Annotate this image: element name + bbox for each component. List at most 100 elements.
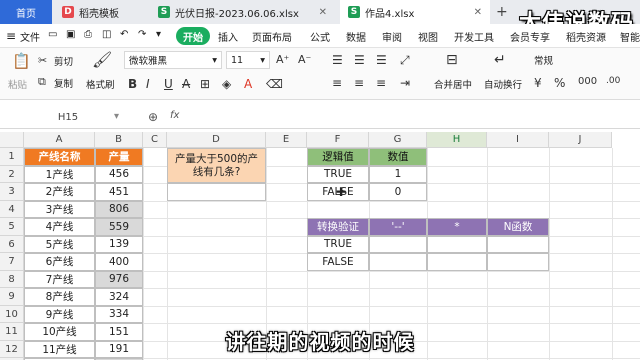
cell-f1[interactable]: 逻辑值: [307, 148, 369, 166]
select-all-corner[interactable]: [0, 132, 24, 148]
cut-icon[interactable]: ✂: [38, 54, 47, 67]
paste-button[interactable]: 粘贴: [8, 77, 27, 91]
row-header-6[interactable]: 6: [0, 235, 24, 253]
menu-data[interactable]: 数据: [346, 29, 366, 44]
paste-icon[interactable]: 📋: [12, 52, 31, 70]
undo-icon[interactable]: ↶: [120, 29, 128, 40]
row-header-10[interactable]: 10: [0, 305, 24, 323]
tab-pv-report[interactable]: S 光伏日报-2023.06.06.xlsx ✕: [150, 0, 335, 24]
cell-a8[interactable]: 7产线: [24, 270, 95, 288]
format-painter-icon[interactable]: 🖌: [92, 50, 112, 69]
menu-smart[interactable]: 智能: [620, 29, 640, 44]
row-header-7[interactable]: 7: [0, 253, 24, 271]
row-header-4[interactable]: 4: [0, 200, 24, 218]
cell-b9[interactable]: 324: [95, 288, 143, 306]
cell-g3[interactable]: 0: [369, 183, 427, 201]
row-header-3[interactable]: 3: [0, 183, 24, 201]
column-header-d[interactable]: D: [167, 132, 266, 148]
cell-h7[interactable]: [427, 253, 487, 271]
percent-icon[interactable]: %: [554, 76, 565, 90]
cell-g1[interactable]: 数值: [369, 148, 427, 166]
cell-g6[interactable]: [369, 235, 427, 253]
copy-icon[interactable]: ⧉: [38, 75, 46, 89]
tab-home[interactable]: 首页: [0, 0, 52, 24]
cell-b8[interactable]: 976: [95, 270, 143, 288]
column-header-e[interactable]: E: [266, 132, 307, 148]
tab-docer[interactable]: D 稻壳模板: [54, 0, 146, 24]
menu-insert[interactable]: 插入: [218, 29, 238, 44]
cell-b6[interactable]: 139: [95, 235, 143, 253]
column-header-j[interactable]: J: [549, 132, 612, 148]
copy-button[interactable]: 复制: [54, 76, 73, 90]
cell-a5[interactable]: 4产线: [24, 218, 95, 236]
column-header-i[interactable]: I: [487, 132, 549, 148]
format-painter-button[interactable]: 格式刷: [86, 77, 115, 91]
comma-icon[interactable]: 000: [578, 76, 597, 87]
decrease-font-icon[interactable]: A⁻: [298, 53, 311, 66]
strikethrough-icon[interactable]: A: [182, 77, 190, 91]
new-tab-icon[interactable]: +: [496, 4, 508, 20]
cell-i7[interactable]: [487, 253, 549, 271]
currency-icon[interactable]: ¥: [534, 76, 542, 90]
row-header-2[interactable]: 2: [0, 165, 24, 183]
cell-g2[interactable]: 1: [369, 165, 427, 183]
row-header-5[interactable]: 5: [0, 218, 24, 236]
merge-center-button[interactable]: 合并居中: [434, 77, 472, 91]
align-left-icon[interactable]: ≡: [332, 76, 342, 90]
align-right-icon[interactable]: ≡: [376, 76, 386, 90]
menu-docer-resources[interactable]: 稻壳资源: [566, 29, 606, 44]
cell-b3[interactable]: 451: [95, 183, 143, 201]
close-icon[interactable]: ✕: [474, 7, 482, 18]
cell-a1[interactable]: 产线名称: [24, 148, 95, 166]
row-header-8[interactable]: 8: [0, 270, 24, 288]
redo-icon[interactable]: ↷: [138, 29, 146, 40]
column-header-c[interactable]: C: [143, 132, 167, 148]
decimal-icon[interactable]: .00: [606, 76, 620, 86]
border-icon[interactable]: ⊞: [200, 77, 210, 91]
column-header-a[interactable]: A: [24, 132, 95, 148]
clear-icon[interactable]: ⌫: [266, 77, 283, 91]
wrap-text-icon[interactable]: ↵: [494, 52, 506, 68]
zoom-search-icon[interactable]: ⊕: [148, 110, 158, 124]
row-header-1[interactable]: 1: [0, 148, 24, 166]
cell-a4[interactable]: 3产线: [24, 200, 95, 218]
menu-file[interactable]: 文件: [20, 29, 40, 44]
function-icon[interactable]: fx: [170, 110, 179, 121]
more-icon[interactable]: ▾: [156, 29, 161, 40]
formula-input[interactable]: [190, 109, 636, 126]
menu-formulas[interactable]: 公式: [310, 29, 330, 44]
save-icon[interactable]: ▣: [66, 29, 75, 40]
cell-f2[interactable]: TRUE: [307, 165, 369, 183]
orientation-icon[interactable]: ⤢: [400, 53, 410, 68]
cell-a2[interactable]: 1产线: [24, 165, 95, 183]
align-top-icon[interactable]: ☰: [332, 53, 343, 67]
folder-icon[interactable]: ▭: [48, 29, 57, 40]
cell-g5[interactable]: '--': [369, 218, 427, 236]
menu-review[interactable]: 审阅: [382, 29, 402, 44]
underline-icon[interactable]: U: [164, 77, 173, 91]
italic-icon[interactable]: I: [146, 77, 150, 91]
column-header-b[interactable]: B: [95, 132, 143, 148]
font-name-select[interactable]: 微软雅黑 ▾: [124, 51, 222, 69]
cell-b4[interactable]: 806: [95, 200, 143, 218]
cell-f7[interactable]: FALSE: [307, 253, 369, 271]
cell-b7[interactable]: 400: [95, 253, 143, 271]
close-icon[interactable]: ✕: [319, 7, 327, 18]
cell-h6[interactable]: [427, 235, 487, 253]
menu-view[interactable]: 视图: [418, 29, 438, 44]
cell-a3[interactable]: 2产线: [24, 183, 95, 201]
cell-b1[interactable]: 产量: [95, 148, 143, 166]
menu-developer[interactable]: 开发工具: [454, 29, 494, 44]
cell-a9[interactable]: 8产线: [24, 288, 95, 306]
cut-button[interactable]: 剪切: [54, 54, 73, 68]
chevron-down-icon[interactable]: ▾: [114, 111, 119, 122]
cell-b2[interactable]: 456: [95, 165, 143, 183]
cell-a6[interactable]: 5产线: [24, 235, 95, 253]
menu-page-layout[interactable]: 页面布局: [252, 29, 292, 44]
cell-i6[interactable]: [487, 235, 549, 253]
font-size-select[interactable]: 11 ▾: [226, 51, 270, 69]
column-header-h[interactable]: H: [427, 132, 487, 148]
align-bottom-icon[interactable]: ☰: [376, 53, 387, 67]
cell-a10[interactable]: 9产线: [24, 305, 95, 323]
number-format-select[interactable]: 常规: [530, 51, 630, 69]
